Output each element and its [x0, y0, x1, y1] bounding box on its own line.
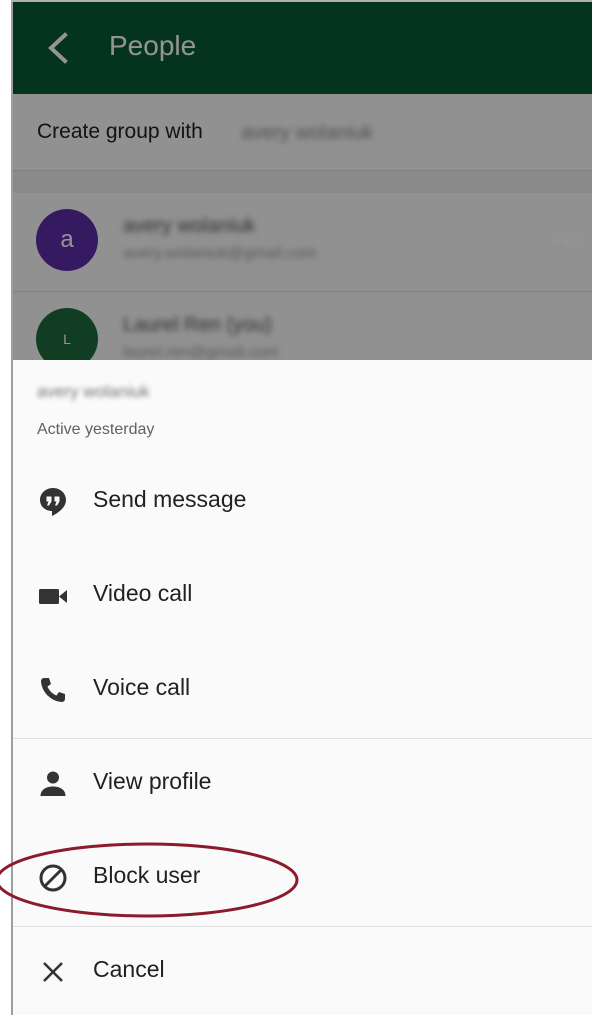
video-call-label: Video call — [93, 580, 193, 606]
sheet-user-status: Active yesterday — [37, 421, 155, 438]
send-message-button[interactable]: Send message — [13, 455, 592, 549]
phone-icon — [37, 674, 69, 706]
cancel-button[interactable]: Cancel — [13, 925, 592, 1015]
voice-call-button[interactable]: Voice call — [13, 643, 592, 737]
voice-call-label: Voice call — [93, 674, 191, 700]
screenshot-border — [11, 0, 592, 2]
send-message-label: Send message — [93, 486, 247, 512]
videocam-icon — [37, 580, 69, 612]
person-icon — [37, 768, 69, 800]
view-profile-button[interactable]: View profile — [13, 737, 592, 831]
annotation-ellipse — [0, 842, 299, 918]
view-profile-label: View profile — [93, 768, 212, 794]
hangouts-quote-icon — [37, 486, 69, 518]
close-icon — [37, 956, 69, 988]
sheet-user-name: avery wolaniuk — [37, 382, 150, 401]
scrim-overlay[interactable] — [13, 2, 592, 360]
screen: People Create group with avery wolaniuk … — [0, 0, 592, 1015]
video-call-button[interactable]: Video call — [13, 549, 592, 643]
cancel-label: Cancel — [93, 956, 165, 982]
